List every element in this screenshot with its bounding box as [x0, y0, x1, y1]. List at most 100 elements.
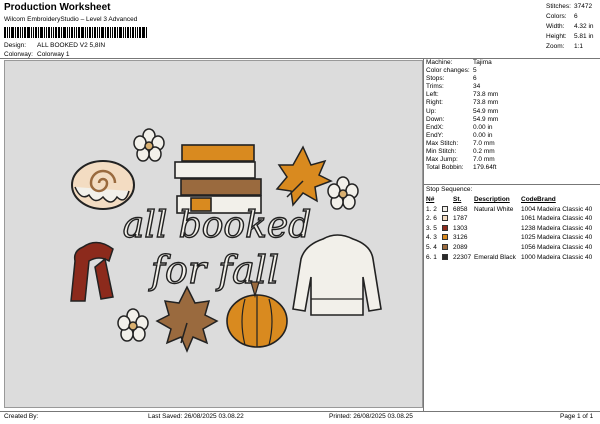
thread-brand: Madeira Classic 40 [537, 205, 593, 213]
info-value: 73.8 mm [473, 99, 499, 107]
info-label: Trims: [426, 83, 444, 91]
barcode-bar [67, 27, 68, 38]
thread-description: Natural White [474, 205, 514, 213]
thread-code: 1056 [521, 243, 536, 251]
info-row: Total Bobbin: 179.64ft [424, 164, 598, 172]
autumn-leaf-icon [155, 285, 219, 353]
thread-code: 1238 [521, 224, 536, 232]
barcode-bar [87, 27, 88, 38]
info-value: 7.0 mm [473, 139, 495, 147]
barcode-bar [78, 27, 80, 38]
autumn-leaf-icon [275, 145, 333, 207]
info-label: Color changes: [426, 67, 470, 75]
info-value: 73.8 mm [473, 91, 499, 99]
info-value: 7.0 mm [473, 156, 495, 164]
barcode-bar [61, 27, 62, 38]
info-value: 34 [473, 83, 481, 91]
barcode-bar [81, 27, 84, 38]
barcode [4, 27, 154, 38]
barcode-bar [74, 27, 75, 38]
barcode-bar [135, 27, 136, 38]
stop-sequence-row: 6. 1 22307 Emerald Black 1000 Madeira Classi… [426, 253, 598, 263]
barcode-bar [48, 27, 50, 38]
barcode-bar [33, 27, 34, 38]
barcode-bar [9, 27, 10, 38]
info-row: Max Jump: 7.0 mm [424, 156, 598, 164]
info-row: Color changes: 5 [424, 67, 598, 75]
barcode-bar [101, 27, 104, 38]
barcode-bar [85, 27, 86, 38]
barcode-bar [127, 27, 129, 38]
thread-brand: Madeira Classic 40 [537, 253, 593, 261]
info-label: Max Stitch: [426, 139, 459, 147]
barcode-bar [119, 27, 122, 38]
stop-sequence-row: 2. 6 1787 1061 Madeira Classic 40 [426, 214, 598, 224]
info-value: 0.00 in [473, 131, 493, 139]
col-description: Description [474, 196, 510, 203]
stop-number: 3. 5 [426, 224, 437, 232]
book-stack-icon [174, 144, 262, 214]
footer-page: Page 1 of 1 [560, 413, 594, 420]
info-value: 179.64ft [473, 164, 497, 172]
info-value: 54.9 mm [473, 107, 499, 115]
design-preview: all booked for fall [4, 60, 423, 408]
col-n: N# [426, 196, 435, 203]
stitch-count: 2089 [453, 243, 468, 251]
stitch-count: 1787 [453, 215, 468, 223]
flower-icon [133, 128, 165, 162]
colorway-row: Colorway: Colorway 1 [4, 51, 70, 58]
info-row: EndX: 0.00 in [424, 124, 598, 132]
design-label: Design: [4, 42, 27, 49]
barcode-bar [107, 27, 109, 38]
info-label: Max Jump: [426, 156, 458, 164]
col-code: Code [521, 196, 538, 203]
barcode-bar [112, 27, 113, 38]
info-row: Left: 73.8 mm [424, 91, 598, 99]
stat-zoom: Zoom: 1:1 [546, 43, 584, 50]
footer-divider [0, 411, 600, 412]
sweater-icon [292, 234, 382, 316]
stop-sequence-table: N# St. Description Code Brand 1. 2 6858 Natural… [426, 195, 598, 262]
colorway-label: Colorway: [4, 51, 33, 58]
barcode-bar [31, 27, 32, 38]
barcode-bar [99, 27, 100, 38]
barcode-bar [97, 27, 98, 38]
footer-printed: Printed: 26/08/2025 03.08.25 [329, 413, 413, 420]
barcode-bar [71, 27, 73, 38]
flower-icon [327, 176, 359, 210]
barcode-bar [20, 27, 21, 38]
thread-brand: Madeira Classic 40 [537, 215, 593, 223]
barcode-bar [17, 27, 19, 38]
color-swatch [442, 234, 448, 241]
info-label: Left: [426, 91, 439, 99]
info-label: Total Bobbin: [426, 164, 464, 172]
barcode-bar [117, 27, 118, 38]
thread-brand: Madeira Classic 40 [537, 234, 593, 242]
color-swatch [442, 224, 448, 231]
barcode-bar [105, 27, 106, 38]
info-label: Up: [426, 107, 437, 115]
design-text-line2: for fall [148, 248, 279, 292]
thread-code: 1061 [521, 215, 536, 223]
info-value: 54.9 mm [473, 115, 499, 123]
info-label: Right: [426, 99, 443, 107]
info-value: 0.2 mm [473, 148, 495, 156]
barcode-bar [53, 27, 54, 38]
design-value: ALL BOOKED V2 5,8IN [37, 42, 106, 49]
barcode-bar [142, 27, 145, 38]
thread-code: 1000 [521, 253, 536, 261]
info-value: 6 [473, 75, 477, 83]
design-row: Design: ALL BOOKED V2 5,8IN [4, 42, 105, 49]
stop-sequence-row: 5. 4 2089 1056 Madeira Classic 40 [426, 243, 598, 253]
stop-sequence-header: N# St. Description Code Brand [426, 195, 598, 205]
stop-number: 6. 1 [426, 253, 437, 261]
info-value: 0.00 in [473, 123, 493, 131]
barcode-bar [11, 27, 14, 38]
design-text-line1: all booked [123, 205, 312, 246]
stop-sequence-row: 1. 2 6858 Natural White 1004 Madeira Classic… [426, 205, 598, 215]
thread-brand: Madeira Classic 40 [537, 224, 593, 232]
colorway-value: Colorway 1 [37, 51, 70, 58]
stat-colors: Colors: 6 [546, 13, 578, 20]
thread-code: 1025 [521, 234, 536, 242]
stat-width: Width: 4.32 in [546, 23, 594, 30]
